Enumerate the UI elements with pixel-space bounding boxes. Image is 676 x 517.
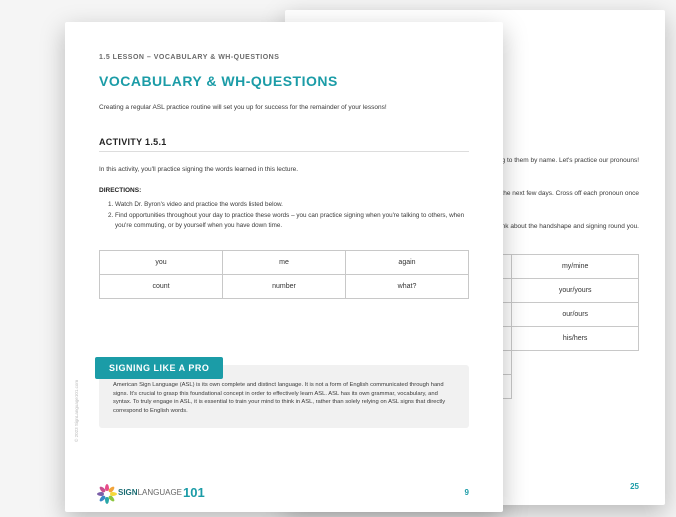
- flower-icon: [99, 484, 115, 500]
- logo-sign: SIGN: [118, 488, 138, 497]
- vocab-cell: count: [100, 275, 223, 299]
- pronoun-cell: our/ours: [512, 303, 639, 327]
- vocab-cell: again: [346, 251, 469, 275]
- activity-intro: In this activity, you'll practice signin…: [99, 166, 469, 173]
- front-page-number: 9: [465, 488, 469, 497]
- intro-text: Creating a regular ASL practice routine …: [99, 103, 469, 113]
- activity-title: ACTIVITY 1.5.1: [99, 137, 469, 152]
- vocab-cell: me: [223, 251, 346, 275]
- page-title: VOCABULARY & WH-QUESTIONS: [99, 73, 469, 89]
- vocab-cell: number: [223, 275, 346, 299]
- logo-text: SIGNLANGUAGE101: [118, 485, 205, 500]
- lesson-tag: 1.5 LESSON – VOCABULARY & WH-QUESTIONS: [99, 54, 469, 61]
- pronoun-cell-empty: [512, 351, 639, 375]
- direction-item: Find opportunities throughout your day t…: [115, 211, 469, 230]
- vocab-cell: you: [100, 251, 223, 275]
- directions-list: Watch Dr. Byron's video and practice the…: [99, 200, 469, 230]
- directions-label: DIRECTIONS:: [99, 187, 469, 194]
- vocab-cell: what?: [346, 275, 469, 299]
- back-page-number: 25: [630, 482, 639, 491]
- pro-text: American Sign Language (ASL) is its own …: [113, 381, 455, 416]
- pronoun-cell: my/mine: [512, 255, 639, 279]
- pronoun-cell: your/yours: [512, 279, 639, 303]
- front-page: 1.5 LESSON – VOCABULARY & WH-QUESTIONS V…: [65, 22, 503, 512]
- logo-lang: LANGUAGE: [138, 488, 182, 497]
- pro-section: SIGNING LIKE A PRO American Sign Languag…: [99, 349, 469, 428]
- pro-tag: SIGNING LIKE A PRO: [95, 357, 223, 379]
- pronoun-cell: his/hers: [512, 327, 639, 351]
- vocab-table: you me again count number what?: [99, 250, 469, 299]
- logo: SIGNLANGUAGE101: [99, 484, 205, 500]
- direction-item: Watch Dr. Byron's video and practice the…: [115, 200, 469, 209]
- logo-num: 101: [183, 485, 205, 500]
- pronoun-cell-empty: [512, 375, 639, 399]
- copyright: © 2023 SignLanguage101.com: [74, 380, 79, 442]
- front-footer: SIGNLANGUAGE101 9: [65, 484, 503, 500]
